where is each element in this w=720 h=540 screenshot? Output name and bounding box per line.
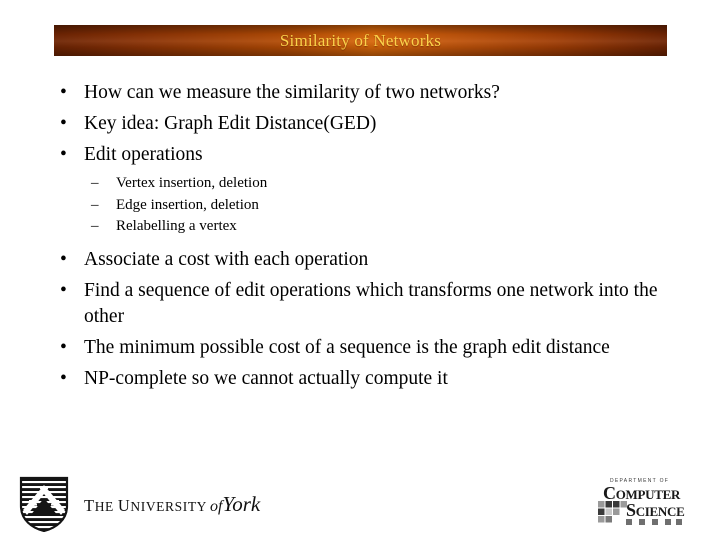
- sub-bullet-text: Edge insertion, deletion: [116, 196, 259, 213]
- bullet-text: Edit operations: [84, 143, 203, 165]
- checkerboard-icon: [598, 501, 627, 523]
- bullet-list: • How can we measure the similarity of t…: [42, 80, 682, 392]
- sub-bullet-text: Vertex insertion, deletion: [116, 174, 268, 191]
- cs-science-text: Science: [626, 500, 685, 520]
- bullet-text: How can we measure the similarity of two…: [84, 82, 500, 103]
- bullet-marker-icon: •: [60, 82, 67, 103]
- list-item: – Edge insertion, deletion: [78, 195, 682, 217]
- list-item: • Associate a cost with each operation: [42, 247, 682, 273]
- york-of-text: of: [210, 498, 223, 515]
- sub-bullet-group: – Vertex insertion, deletion – Edge inse…: [78, 173, 682, 238]
- checker-bottom-row-icon: [626, 519, 682, 525]
- computer-science-logo: DEPARTMENT OF Computer Science: [596, 477, 688, 531]
- slide-canvas: Similarity of Networks • How can we meas…: [0, 0, 720, 540]
- bullet-marker-icon: •: [60, 249, 67, 271]
- list-item: – Relabelling a vertex: [78, 216, 682, 238]
- list-item: • NP-complete so we cannot actually comp…: [42, 366, 682, 392]
- list-item: • How can we measure the similarity of t…: [42, 80, 682, 106]
- list-item: – Vertex insertion, deletion: [78, 173, 682, 195]
- list-item: • Key idea: Graph Edit Distance(GED): [42, 111, 682, 137]
- page-title: Similarity of Networks: [279, 30, 442, 50]
- bullet-text: Key idea: Graph Edit Distance(GED): [84, 112, 377, 134]
- york-shield-crest-icon: [19, 476, 69, 532]
- sub-bullet-list: – Vertex insertion, deletion – Edge inse…: [78, 173, 682, 238]
- university-of-york-logo: THE UNIVERSITY ofYork: [18, 476, 268, 532]
- york-the-university-text: THE UNIVERSITY: [84, 496, 208, 515]
- bullet-marker-icon: •: [60, 143, 67, 165]
- dash-marker-icon: –: [91, 218, 99, 235]
- bullet-text: Associate a cost with each operation: [84, 249, 369, 271]
- bullet-marker-icon: •: [60, 279, 67, 301]
- list-item: • Edit operations: [42, 142, 682, 168]
- slide-body: • How can we measure the similarity of t…: [42, 80, 682, 397]
- list-item: • Find a sequence of edit operations whi…: [42, 278, 682, 330]
- list-item: • The minimum possible cost of a sequenc…: [42, 335, 682, 361]
- slide-title-bar: Similarity of Networks: [54, 25, 667, 56]
- dash-marker-icon: –: [91, 174, 99, 191]
- york-name-text: York: [222, 492, 261, 516]
- sub-bullet-text: Relabelling a vertex: [116, 218, 237, 235]
- dash-marker-icon: –: [91, 196, 99, 213]
- bullet-marker-icon: •: [60, 112, 67, 134]
- bullet-marker-icon: •: [60, 336, 67, 358]
- bullet-text: The minimum possible cost of a sequence …: [84, 336, 610, 358]
- york-wordmark: THE UNIVERSITY ofYork: [84, 492, 260, 516]
- bullet-text: Find a sequence of edit operations which…: [84, 279, 658, 327]
- bullet-marker-icon: •: [60, 367, 67, 389]
- bullet-text: NP-complete so we cannot actually comput…: [84, 367, 448, 389]
